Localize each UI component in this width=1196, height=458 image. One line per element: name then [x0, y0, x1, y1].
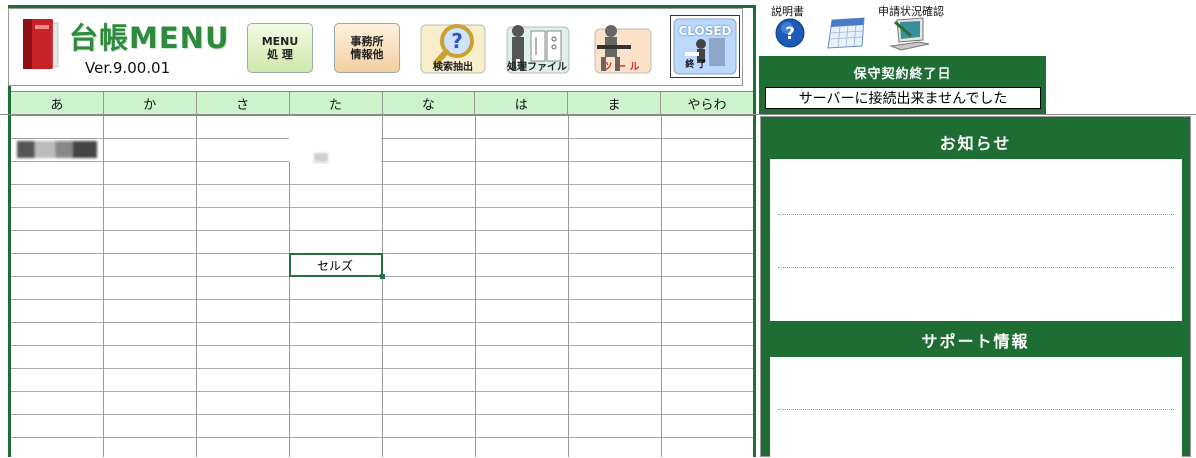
- dotted-divider: [778, 409, 1174, 410]
- redacted-cell-block: [17, 141, 97, 158]
- tab-kana-3[interactable]: た: [289, 92, 383, 115]
- tab-kana-7[interactable]: やらわ: [661, 92, 753, 115]
- closed-exit-button[interactable]: CLOSED 終 了: [670, 15, 740, 78]
- support-content-box[interactable]: [770, 357, 1182, 458]
- search-extract-button[interactable]: ? 検索抽出: [419, 19, 487, 77]
- dotted-divider: [778, 267, 1174, 268]
- notice-title: お知らせ: [939, 134, 1012, 153]
- maintenance-end-date-value: サーバーに接続出来ませんでした: [765, 87, 1041, 109]
- tab-kana-6[interactable]: ま: [568, 92, 662, 115]
- search-button-label: 検索抽出: [433, 62, 473, 73]
- tab-kana-2[interactable]: さ: [196, 92, 290, 115]
- tools-button[interactable]: ツ ー ル: [587, 19, 655, 77]
- tab-kana-5[interactable]: は: [475, 92, 569, 115]
- blank-area: [289, 116, 381, 162]
- app-version: Ver.9.00.01: [85, 59, 171, 77]
- svg-text:?: ?: [785, 24, 795, 44]
- calendar-icon[interactable]: [826, 16, 868, 50]
- app-title: 台帳MENU: [69, 21, 230, 55]
- menu-process-button[interactable]: MENU 処 理: [247, 23, 313, 73]
- laptop-icon[interactable]: [889, 16, 931, 52]
- help-icon[interactable]: ?: [775, 18, 805, 48]
- menu-button-label-top: MENU: [261, 35, 299, 48]
- process-files-button[interactable]: 処理ファイル: [503, 19, 571, 77]
- fill-handle[interactable]: [380, 274, 385, 279]
- office-button-label-bottom: 情報他: [350, 48, 384, 61]
- maintenance-title: 保守契約終了日: [853, 67, 952, 82]
- tab-kana-4[interactable]: な: [382, 92, 476, 115]
- exit-label: 終 了: [685, 60, 707, 70]
- closed-label: CLOSED: [678, 24, 732, 38]
- binder-book-icon: [23, 19, 59, 69]
- office-info-button[interactable]: 事務所 情報他: [334, 23, 400, 73]
- dotted-divider: [778, 214, 1174, 215]
- info-panel: お知らせ サポート情報: [760, 116, 1191, 458]
- tab-kana-1[interactable]: か: [103, 92, 197, 115]
- tab-kana-0[interactable]: あ: [11, 92, 104, 115]
- files-button-label: 処理ファイル: [507, 62, 567, 73]
- notice-content-box[interactable]: [770, 159, 1182, 321]
- menu-toolbar: 台帳MENU Ver.9.00.01 MENU 処 理 事務所 情報他 ? 検索…: [8, 8, 743, 86]
- menu-button-label-bottom: 処 理: [267, 48, 293, 61]
- selected-cell[interactable]: セルズ: [289, 253, 383, 277]
- tools-button-label: ツ ー ル: [602, 62, 640, 73]
- spreadsheet-grid[interactable]: [11, 116, 753, 457]
- support-info-title: サポート情報: [921, 332, 1030, 351]
- redacted-cell-block: [314, 153, 328, 162]
- divider-line: [0, 114, 1196, 115]
- office-button-label-top: 事務所: [350, 35, 384, 48]
- svg-text:?: ?: [451, 29, 463, 53]
- maintenance-contract-box: 保守契約終了日 サーバーに接続出来ませんでした: [759, 56, 1046, 114]
- kana-tab-bar: あかさたなはまやらわ: [11, 91, 753, 116]
- manual-label: 説明書: [771, 5, 804, 18]
